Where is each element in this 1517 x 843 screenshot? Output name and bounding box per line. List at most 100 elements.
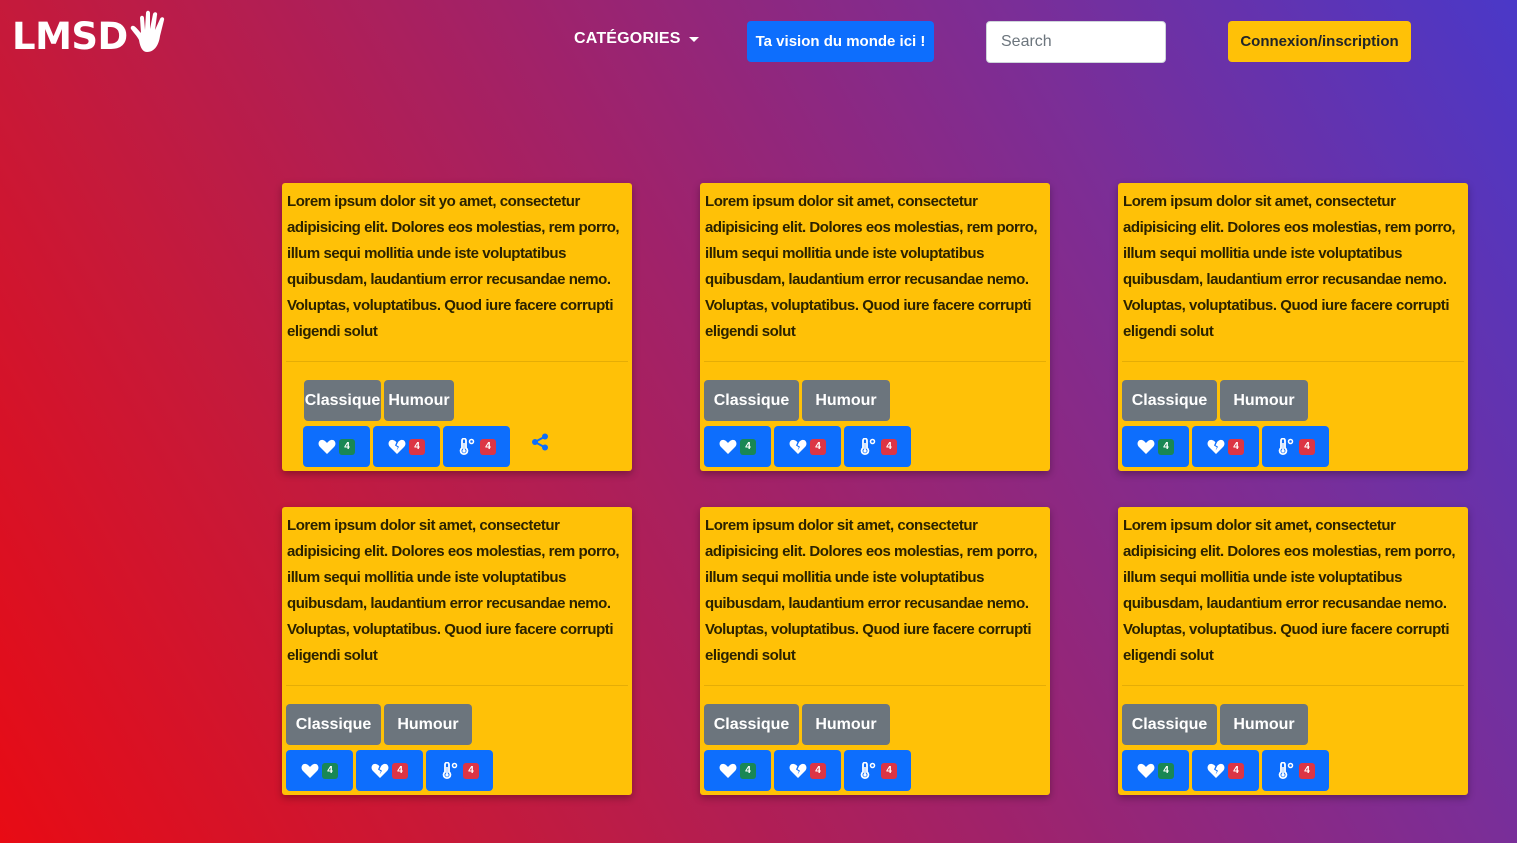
temperature-count: 4 xyxy=(1299,438,1315,455)
tag-humour[interactable]: Humour xyxy=(802,704,890,745)
search-input[interactable] xyxy=(986,21,1166,63)
tag-humour[interactable]: Humour xyxy=(1220,380,1308,421)
heart-icon xyxy=(1137,439,1155,454)
tag-humour[interactable]: Humour xyxy=(384,380,454,421)
card-text: Lorem ipsum dolor sit amet, consectetur … xyxy=(1123,517,1456,664)
dislike-count: 4 xyxy=(1228,438,1244,455)
like-button[interactable]: 4 xyxy=(286,750,353,791)
temperature-count: 4 xyxy=(480,438,496,455)
thermometer-icon xyxy=(860,437,876,455)
dislike-button[interactable]: 4 xyxy=(1192,750,1259,791)
dislike-button[interactable]: 4 xyxy=(373,426,440,467)
like-button[interactable]: 4 xyxy=(1122,750,1189,791)
card-divider xyxy=(1122,361,1464,362)
thermometer-icon xyxy=(442,761,458,779)
thermometer-icon xyxy=(1278,761,1294,779)
card-text: Lorem ipsum dolor sit amet, consectetur … xyxy=(705,193,1038,340)
dislike-count: 4 xyxy=(1228,762,1244,779)
dislike-button[interactable]: 4 xyxy=(774,426,841,467)
temperature-button[interactable]: 4 xyxy=(443,426,510,467)
thermometer-icon xyxy=(1278,437,1294,455)
temperature-button[interactable]: 4 xyxy=(1262,426,1329,467)
logo-text: LMSD xyxy=(12,14,128,58)
tag-classique[interactable]: Classique xyxy=(286,704,381,745)
post-card: Lorem ipsum dolor sit amet, consectetur … xyxy=(700,183,1050,471)
like-count: 4 xyxy=(740,438,756,455)
heart-icon xyxy=(318,439,336,454)
card-tags: Classique Humour xyxy=(704,380,890,421)
card-text: Lorem ipsum dolor sit yo amet, consectet… xyxy=(287,193,620,340)
card-tags: Classique Humour xyxy=(304,380,454,421)
heart-icon xyxy=(719,763,737,778)
tag-classique[interactable]: Classique xyxy=(304,380,381,421)
like-button[interactable]: 4 xyxy=(303,426,370,467)
tag-humour[interactable]: Humour xyxy=(1220,704,1308,745)
card-actions: 4 4 4 xyxy=(1122,750,1329,791)
like-button[interactable]: 4 xyxy=(1122,426,1189,467)
card-tags: Classique Humour xyxy=(1122,704,1308,745)
card-actions: 4 4 4 xyxy=(1122,426,1329,467)
login-button[interactable]: Connexion/inscription xyxy=(1228,21,1411,62)
like-count: 4 xyxy=(1158,762,1174,779)
card-tags: Classique Humour xyxy=(1122,380,1308,421)
card-actions: 4 4 4 xyxy=(303,426,549,467)
thermometer-icon xyxy=(459,437,475,455)
card-actions: 4 4 4 xyxy=(286,750,493,791)
like-count: 4 xyxy=(1158,438,1174,455)
tag-humour[interactable]: Humour xyxy=(802,380,890,421)
broken-heart-icon xyxy=(1207,439,1225,454)
dislike-count: 4 xyxy=(810,762,826,779)
card-divider xyxy=(704,685,1046,686)
broken-heart-icon xyxy=(1207,763,1225,778)
vision-button[interactable]: Ta vision du monde ici ! xyxy=(747,21,934,62)
post-card: Lorem ipsum dolor sit amet, consectetur … xyxy=(1118,507,1468,795)
dislike-button[interactable]: 4 xyxy=(774,750,841,791)
broken-heart-icon xyxy=(371,763,389,778)
like-count: 4 xyxy=(339,438,355,455)
tag-classique[interactable]: Classique xyxy=(1122,704,1217,745)
categories-label: CATÉGORIES xyxy=(574,30,681,47)
heart-icon xyxy=(1137,763,1155,778)
post-card: Lorem ipsum dolor sit amet, consectetur … xyxy=(282,507,632,795)
dislike-button[interactable]: 4 xyxy=(356,750,423,791)
post-card: Lorem ipsum dolor sit amet, consectetur … xyxy=(1118,183,1468,471)
share-icon[interactable] xyxy=(531,433,549,451)
site-logo[interactable]: LMSD xyxy=(12,10,175,58)
like-button[interactable]: 4 xyxy=(704,750,771,791)
card-divider xyxy=(286,361,628,362)
card-tags: Classique Humour xyxy=(704,704,890,745)
categories-dropdown[interactable]: CATÉGORIES xyxy=(574,30,699,48)
broken-heart-icon xyxy=(789,439,807,454)
dislike-count: 4 xyxy=(409,438,425,455)
temperature-button[interactable]: 4 xyxy=(844,750,911,791)
dislike-count: 4 xyxy=(810,438,826,455)
card-text: Lorem ipsum dolor sit amet, consectetur … xyxy=(1123,193,1456,340)
card-actions: 4 4 4 xyxy=(704,750,911,791)
hand-icon xyxy=(130,10,164,52)
tag-classique[interactable]: Classique xyxy=(1122,380,1217,421)
like-count: 4 xyxy=(740,762,756,779)
broken-heart-icon xyxy=(388,439,406,454)
dislike-count: 4 xyxy=(392,762,408,779)
dislike-button[interactable]: 4 xyxy=(1192,426,1259,467)
heart-icon xyxy=(301,763,319,778)
card-divider xyxy=(1122,685,1464,686)
card-actions: 4 4 4 xyxy=(704,426,911,467)
card-divider xyxy=(286,685,628,686)
tag-classique[interactable]: Classique xyxy=(704,704,799,745)
heart-icon xyxy=(719,439,737,454)
temperature-count: 4 xyxy=(881,438,897,455)
temperature-count: 4 xyxy=(463,762,479,779)
temperature-button[interactable]: 4 xyxy=(1262,750,1329,791)
like-count: 4 xyxy=(322,762,338,779)
temperature-count: 4 xyxy=(881,762,897,779)
card-tags: Classique Humour xyxy=(286,704,472,745)
caret-down-icon xyxy=(688,36,699,42)
post-card: Lorem ipsum dolor sit yo amet, consectet… xyxy=(282,183,632,471)
like-button[interactable]: 4 xyxy=(704,426,771,467)
temperature-button[interactable]: 4 xyxy=(844,426,911,467)
temperature-button[interactable]: 4 xyxy=(426,750,493,791)
tag-classique[interactable]: Classique xyxy=(704,380,799,421)
tag-humour[interactable]: Humour xyxy=(384,704,472,745)
temperature-count: 4 xyxy=(1299,762,1315,779)
